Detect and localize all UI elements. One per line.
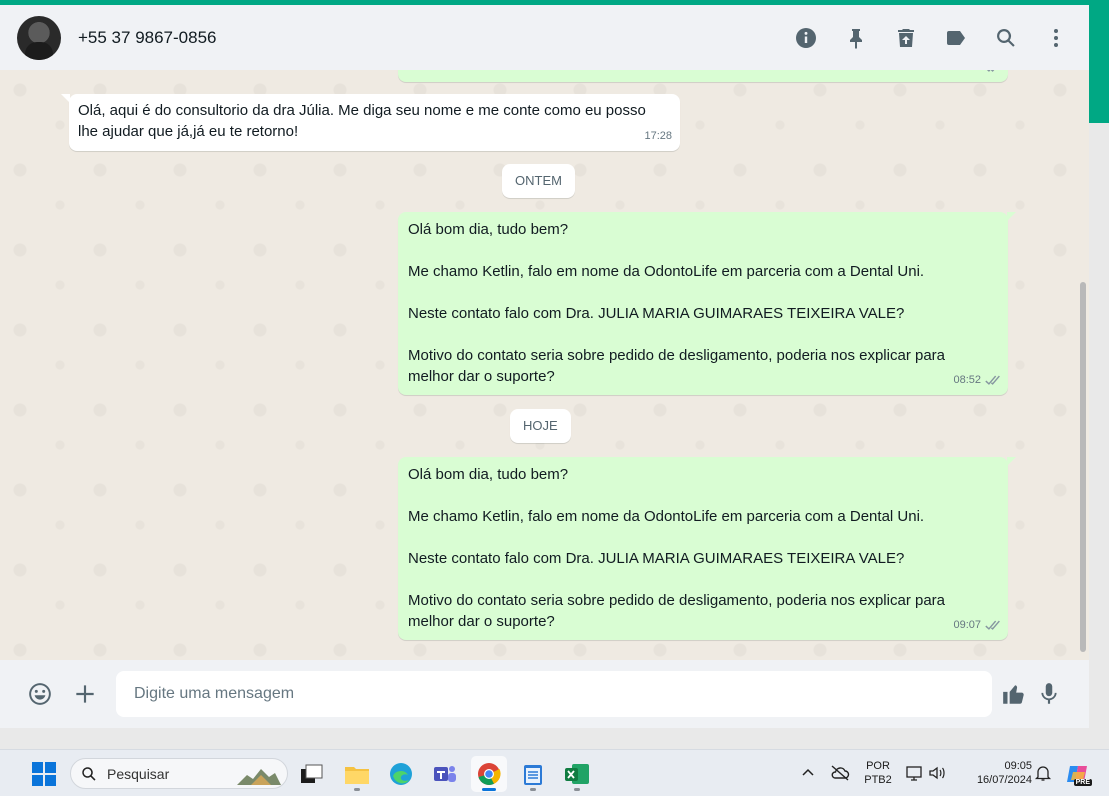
message-composer	[0, 660, 1089, 728]
message-time: 08:52	[953, 374, 981, 386]
message-text: Olá bom dia, tudo bem? Me chamo Ketlin, …	[408, 466, 945, 630]
double-check-icon	[985, 620, 1000, 630]
date-separator: ONTEM	[502, 164, 575, 198]
taskbar-search[interactable]: Pesquisar	[70, 758, 288, 789]
windows-start-icon[interactable]	[32, 762, 56, 786]
delete-icon[interactable]	[891, 23, 921, 53]
scrollbar-thumb[interactable]	[1080, 282, 1086, 652]
task-view-icon	[301, 764, 323, 783]
message-text: Olá bom dia, tudo bem? Me chamo Ketlin, …	[408, 221, 945, 385]
avatar[interactable]	[17, 15, 61, 60]
message-input[interactable]	[116, 671, 992, 717]
double-check-icon	[986, 70, 995, 72]
search-label: Pesquisar	[107, 765, 170, 782]
whatsapp-window: +55 37 9867-0856 Olá, aqui é do consulto…	[0, 5, 1089, 728]
chat-scrollbar[interactable]	[1080, 70, 1086, 660]
taskbar-file-explorer[interactable]	[339, 756, 375, 792]
right-accent-bar	[1089, 0, 1109, 123]
excel-icon	[565, 764, 589, 784]
network-icon[interactable]	[906, 764, 924, 782]
search-icon[interactable]	[991, 23, 1021, 53]
info-icon[interactable]	[791, 23, 821, 53]
message-time: 09:07	[953, 619, 981, 631]
copilot-icon[interactable]: PRE	[1064, 760, 1092, 788]
message-bubble-incoming[interactable]: Olá, aqui é do consultorio da dra Júlia.…	[61, 94, 680, 151]
microphone-icon[interactable]	[1033, 678, 1065, 710]
taskbar-notepad[interactable]	[515, 756, 551, 792]
cloud-offline-icon[interactable]	[830, 764, 850, 782]
chat-messages[interactable]: 17:28 Olá, aqui é do consultorio da dra …	[0, 70, 1089, 660]
double-check-icon	[985, 375, 1000, 385]
teams-icon	[434, 766, 456, 782]
folder-icon	[345, 767, 369, 784]
header-actions	[771, 5, 1071, 70]
pin-icon[interactable]	[841, 23, 871, 53]
message-bubble-outgoing-partial[interactable]: 17:28	[398, 70, 1008, 82]
tray-overflow-chevron-icon[interactable]	[800, 765, 816, 781]
search-highlight-art-icon	[237, 769, 281, 785]
thumbs-up-icon[interactable]	[998, 678, 1030, 710]
attach-plus-icon[interactable]	[69, 678, 101, 710]
edge-browser-icon	[390, 763, 412, 785]
taskbar-excel[interactable]	[559, 756, 595, 792]
emoji-icon[interactable]	[24, 678, 56, 710]
message-bubble-outgoing[interactable]: Olá bom dia, tudo bem? Me chamo Ketlin, …	[398, 212, 1016, 395]
copilot-pre-badge: PRE	[1073, 779, 1092, 786]
volume-icon[interactable]	[928, 764, 946, 782]
message-bubble-outgoing[interactable]: Olá bom dia, tudo bem? Me chamo Ketlin, …	[398, 457, 1016, 640]
search-icon	[82, 766, 96, 781]
message-text: Olá, aqui é do consultorio da dra Júlia.…	[78, 102, 646, 140]
taskbar-clock[interactable]: 09:05 16/07/2024	[960, 759, 1032, 787]
label-icon[interactable]	[941, 23, 971, 53]
taskbar-chrome[interactable]	[471, 756, 507, 792]
message-time: 17:28	[953, 70, 981, 78]
message-time: 17:28	[644, 130, 672, 142]
contact-name[interactable]: +55 37 9867-0856	[78, 28, 217, 48]
chat-header: +55 37 9867-0856	[0, 5, 1089, 70]
menu-icon[interactable]	[1041, 23, 1071, 53]
notification-bell-icon[interactable]	[1034, 764, 1052, 782]
keyboard-language[interactable]: POR PTB2	[861, 759, 895, 787]
windows-taskbar: Pesquisar POR PTB2 09:05 16/07/2024 PRE	[0, 749, 1109, 796]
date-separator: HOJE	[510, 409, 571, 443]
taskbar-teams[interactable]	[427, 756, 463, 792]
taskbar-task-view[interactable]	[294, 756, 330, 792]
taskbar-edge[interactable]	[383, 756, 419, 792]
chrome-browser-icon	[478, 763, 501, 785]
notepad-icon	[524, 765, 542, 785]
